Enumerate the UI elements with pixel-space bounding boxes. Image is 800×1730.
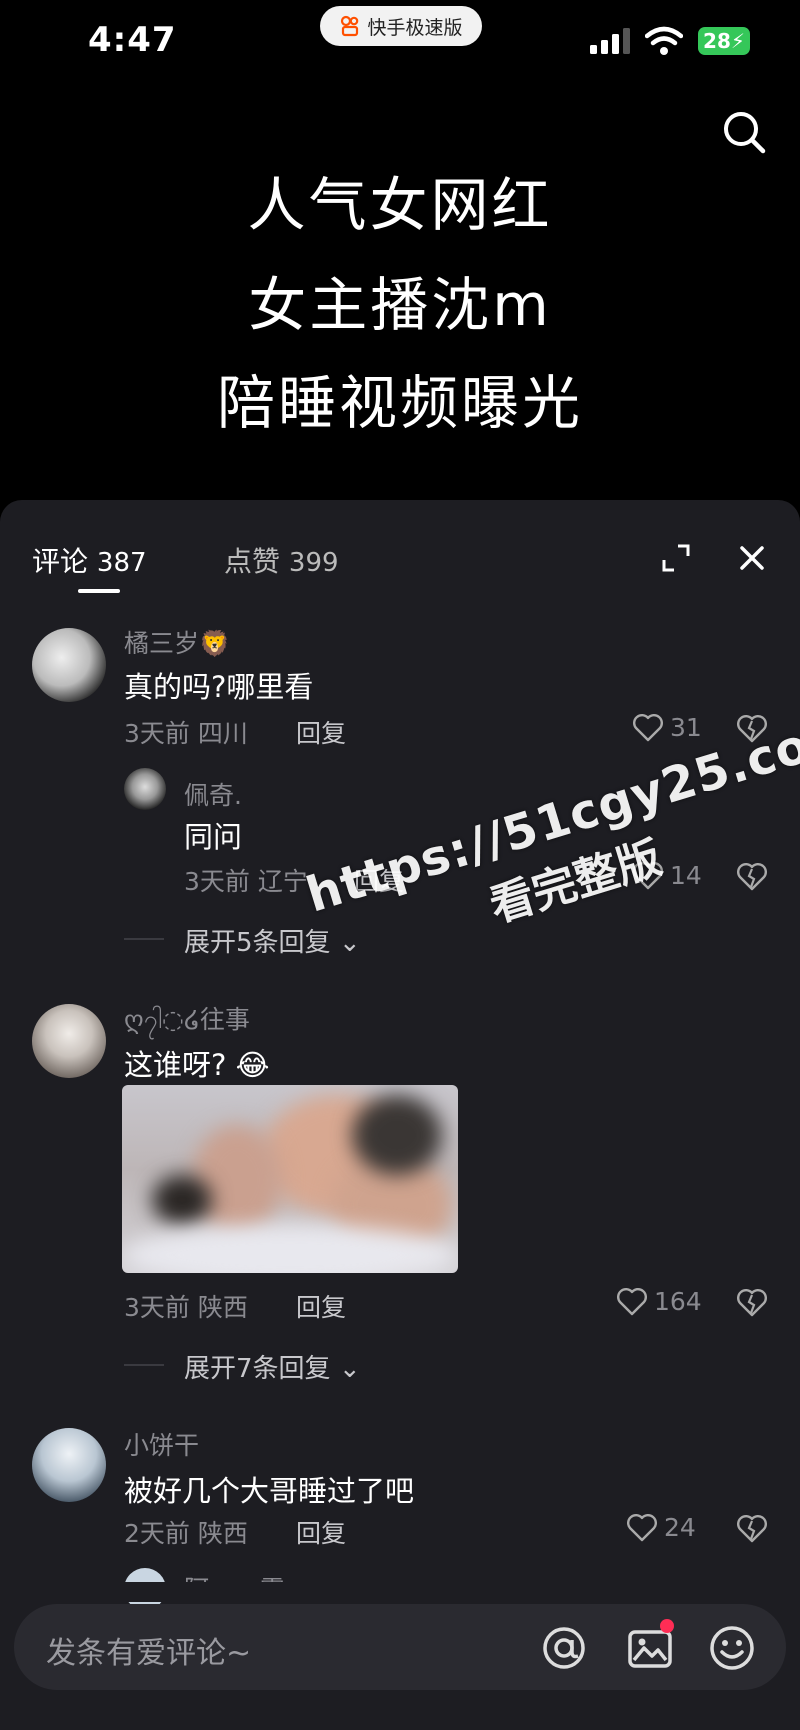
- comment-image[interactable]: [122, 1085, 458, 1273]
- expand-replies-label: 展开7条回复: [184, 1354, 331, 1384]
- reply-text[interactable]: 同问: [184, 814, 242, 856]
- comment-meta: 3天前 陕西: [124, 1293, 248, 1322]
- reply-button[interactable]: 回复: [296, 1288, 346, 1324]
- tab-comments-label: 评论: [32, 545, 89, 578]
- tab-comments-count: 387: [96, 548, 147, 578]
- broken-heart-icon[interactable]: [736, 1287, 768, 1317]
- expand-replies-button[interactable]: 展开7条回复 ⌄: [184, 1348, 361, 1385]
- reply-meta: 3天前 辽宁: [184, 867, 308, 896]
- comment-meta: 2天前 陕西: [124, 1519, 248, 1548]
- battery-indicator: 28 ⚡: [698, 27, 750, 55]
- broken-heart-icon[interactable]: [736, 1513, 768, 1543]
- charging-bolt-icon: ⚡: [730, 29, 745, 53]
- avatar[interactable]: [124, 768, 166, 810]
- avatar[interactable]: [32, 628, 106, 702]
- fullscreen-icon[interactable]: [660, 542, 692, 574]
- comment-meta: 3天前 四川: [124, 719, 248, 748]
- heart-icon: [627, 1514, 657, 1542]
- like-count: 31: [670, 712, 702, 742]
- like-button[interactable]: 24: [626, 1512, 696, 1542]
- signal-icon: [590, 28, 630, 54]
- mention-icon[interactable]: [540, 1624, 588, 1672]
- reply-username[interactable]: 佩奇.: [184, 776, 242, 812]
- comment-username[interactable]: ღ၇ါ◌໒往事: [124, 1000, 250, 1041]
- comment-username[interactable]: 橘三岁🦁: [124, 624, 230, 660]
- like-count: 164: [654, 1286, 702, 1316]
- search-icon[interactable]: [722, 110, 766, 154]
- battery-level: 28: [703, 29, 731, 53]
- comment-username[interactable]: 小饼干: [124, 1426, 199, 1462]
- wifi-icon: [645, 26, 683, 55]
- broken-heart-icon[interactable]: [736, 861, 768, 891]
- app-name: 快手极速版: [367, 16, 463, 39]
- avatar[interactable]: [32, 1004, 106, 1078]
- kuaishou-logo-icon: [341, 15, 359, 37]
- heart-icon: [633, 714, 663, 742]
- tab-likes[interactable]: 点赞 399: [224, 540, 339, 580]
- comment-text[interactable]: 这谁呀? 😂: [124, 1042, 270, 1084]
- like-button[interactable]: 164: [616, 1286, 702, 1316]
- comment-text[interactable]: 真的吗?哪里看: [124, 664, 313, 706]
- reply-button[interactable]: 回复: [296, 1514, 346, 1550]
- laughing-crying-emoji: 😂: [235, 1048, 270, 1082]
- list-clip-edge: [0, 1582, 800, 1602]
- like-button[interactable]: 31: [632, 712, 702, 742]
- expand-divider: [124, 938, 164, 940]
- tab-likes-label: 点赞: [224, 545, 281, 578]
- close-icon[interactable]: [736, 542, 768, 574]
- app-indicator-pill[interactable]: 快手极速版: [320, 6, 482, 46]
- chevron-down-icon: ⌄: [338, 1354, 361, 1384]
- like-count: 24: [664, 1512, 696, 1542]
- emoji-icon[interactable]: [708, 1624, 756, 1672]
- status-time: 4:47: [88, 20, 177, 60]
- notification-dot: [660, 1619, 674, 1633]
- expand-replies-label: 展开5条回复: [184, 928, 331, 958]
- video-headline-line-2: 女主播沈m: [248, 271, 552, 339]
- video-headline-line-3: 陪睡视频曝光: [216, 369, 583, 437]
- comment-text-body: 这谁呀?: [124, 1048, 227, 1082]
- expand-divider: [124, 1364, 164, 1366]
- avatar[interactable]: [32, 1428, 106, 1502]
- comment-text[interactable]: 被好几个大哥睡过了吧: [124, 1468, 414, 1510]
- tab-comments[interactable]: 评论 387: [32, 540, 147, 580]
- heart-icon: [617, 1288, 647, 1316]
- active-tab-indicator: [78, 589, 120, 593]
- comment-input[interactable]: 发条有爱评论~: [46, 1628, 251, 1672]
- reply-button[interactable]: 回复: [296, 714, 346, 750]
- video-headline-line-1: 人气女网红: [247, 171, 553, 239]
- tab-likes-count: 399: [288, 548, 339, 578]
